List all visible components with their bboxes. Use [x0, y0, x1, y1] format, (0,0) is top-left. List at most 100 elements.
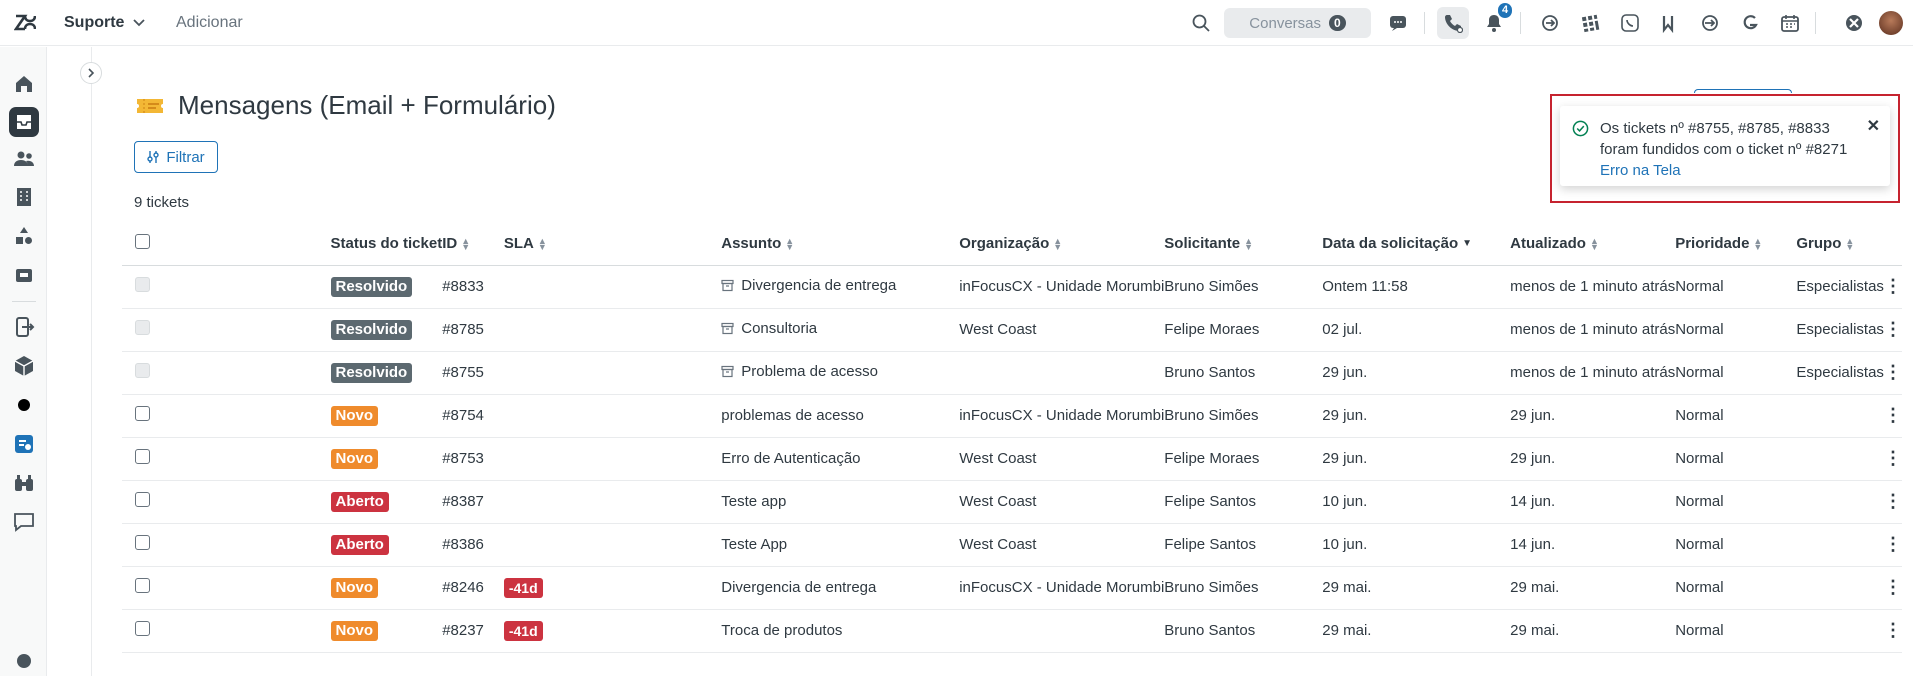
- organization-cell: inFocusCX - Unidade Morumbi: [959, 265, 1165, 309]
- requester-cell: Bruno Simões: [1164, 265, 1323, 309]
- table-row[interactable]: Novo #8753 Erro de Autenticação West Coast F…: [122, 437, 1902, 481]
- zendesk-logo-icon[interactable]: [14, 12, 36, 34]
- toast-message: Os tickets nº #8755, #8785, #8833 foram …: [1600, 120, 1848, 158]
- filter-button[interactable]: Filtrar: [134, 141, 218, 173]
- sort-icon: ▲ ▼: [1845, 236, 1855, 253]
- zendesk-products-icon[interactable]: [1844, 13, 1864, 33]
- col-priority[interactable]: Prioridade ▲ ▼: [1675, 223, 1797, 266]
- calendar-icon[interactable]: [1780, 13, 1800, 33]
- cube-icon[interactable]: [12, 354, 36, 378]
- whatsapp-icon[interactable]: [1620, 13, 1640, 33]
- table-row[interactable]: Novo #8754 problemas de acesso inFocusCX - …: [122, 394, 1902, 438]
- views-icon[interactable]: [9, 107, 39, 137]
- app-arrow-icon[interactable]: [1540, 13, 1560, 33]
- page-title: Mensagens (Email + Formulário): [178, 90, 556, 120]
- table-row[interactable]: Resolvido #8833 Divergencia de entrega inFo…: [122, 265, 1902, 309]
- phone-button[interactable]: [1437, 7, 1469, 39]
- subject-cell[interactable]: Problema de acesso: [721, 351, 960, 395]
- col-subject[interactable]: Assunto ▲ ▼: [721, 223, 960, 266]
- row-checkbox: [135, 363, 150, 378]
- app-forward-icon[interactable]: [1700, 13, 1720, 33]
- app-g-icon[interactable]: [1740, 13, 1760, 33]
- subject-text: problemas de acesso: [721, 407, 864, 424]
- col-requester[interactable]: Solicitante ▲ ▼: [1164, 223, 1323, 266]
- app-grid-icon[interactable]: [1580, 13, 1600, 33]
- subject-cell[interactable]: problemas de acesso: [721, 394, 960, 438]
- subject-cell[interactable]: Divergencia de entrega: [721, 566, 960, 610]
- expand-panel-button[interactable]: [80, 62, 102, 84]
- col-requested[interactable]: Data da solicitação ▼: [1322, 223, 1511, 266]
- settings-icon[interactable]: [12, 649, 36, 673]
- row-checkbox[interactable]: [135, 621, 150, 636]
- subject-cell[interactable]: Erro de Autenticação: [721, 437, 960, 481]
- row-menu-icon[interactable]: ⋮: [1884, 351, 1902, 395]
- table-row[interactable]: Aberto #8386 Teste App West Coast Felipe San…: [122, 523, 1902, 567]
- dot-icon[interactable]: [12, 393, 36, 417]
- col-organization[interactable]: Organização ▲ ▼: [959, 223, 1165, 266]
- row-select-cell: [122, 308, 227, 352]
- comment-icon[interactable]: [12, 510, 36, 534]
- row-checkbox: [135, 277, 150, 292]
- home-icon[interactable]: [12, 72, 36, 96]
- subject-cell[interactable]: Consultoria: [721, 308, 960, 352]
- archive-box-icon: [721, 279, 734, 292]
- partially-hidden-button[interactable]: [1694, 89, 1792, 93]
- row-menu-icon[interactable]: ⋮: [1884, 609, 1902, 653]
- row-select-cell: [122, 265, 227, 309]
- customers-icon[interactable]: [12, 147, 36, 171]
- row-checkbox[interactable]: [135, 406, 150, 421]
- sla-cell: [503, 308, 722, 352]
- shapes-icon[interactable]: [12, 224, 36, 248]
- col-group[interactable]: Grupo ▲ ▼: [1796, 223, 1884, 266]
- status-badge: Resolvido: [330, 319, 413, 340]
- row-menu-icon[interactable]: ⋮: [1884, 308, 1902, 352]
- avatar[interactable]: [1879, 11, 1903, 35]
- subject-cell[interactable]: Teste app: [721, 480, 960, 524]
- conversations-button[interactable]: Conversas 0: [1224, 8, 1371, 38]
- app-blue-icon[interactable]: [12, 432, 36, 456]
- subject-cell[interactable]: Troca de produtos: [721, 609, 960, 653]
- add-button[interactable]: Adicionar: [176, 14, 243, 32]
- toast-ticket-link[interactable]: Erro na Tela: [1600, 162, 1681, 179]
- col-sla[interactable]: SLA ▲ ▼: [503, 223, 722, 266]
- select-all-checkbox[interactable]: [135, 234, 150, 250]
- table-row[interactable]: Novo #8246 -41d Divergencia de entrega inFoc…: [122, 566, 1902, 610]
- requested-cell: 29 mai.: [1322, 566, 1511, 610]
- row-checkbox[interactable]: [135, 449, 150, 464]
- app-w-icon[interactable]: [1660, 13, 1680, 33]
- row-menu-icon[interactable]: ⋮: [1884, 394, 1902, 438]
- requester-cell: Felipe Santos: [1164, 480, 1323, 524]
- ticket-id: #8237: [442, 609, 504, 653]
- col-id[interactable]: ID ▲ ▼: [442, 223, 504, 266]
- requested-cell: 10 jun.: [1322, 480, 1511, 524]
- priority-cell: Normal: [1675, 308, 1797, 352]
- row-checkbox[interactable]: [135, 492, 150, 507]
- binoculars-icon[interactable]: [12, 471, 36, 495]
- table-header-row: Status do ticket ID ▲ ▼ SLA ▲ ▼ Assunto ▲ ▼ Or…: [122, 223, 1902, 266]
- sla-cell: [503, 394, 722, 438]
- product-switcher[interactable]: Suporte: [64, 14, 146, 32]
- search-icon[interactable]: [1191, 13, 1211, 33]
- row-menu-icon[interactable]: ⋮: [1884, 480, 1902, 524]
- subject-cell[interactable]: Divergencia de entrega: [721, 265, 960, 309]
- sla-cell: -41d: [503, 566, 722, 610]
- col-status[interactable]: Status do ticket: [330, 223, 443, 266]
- table-row[interactable]: Resolvido #8755 Problema de acesso Bruno Sa…: [122, 351, 1902, 395]
- row-checkbox[interactable]: [135, 535, 150, 550]
- table-row[interactable]: Resolvido #8785 Consultoria West Coast Felip…: [122, 308, 1902, 352]
- table-row[interactable]: Aberto #8387 Teste app West Coast Felipe San…: [122, 480, 1902, 524]
- organizations-icon[interactable]: [12, 185, 36, 209]
- row-menu-icon[interactable]: ⋮: [1884, 566, 1902, 610]
- export-icon[interactable]: [12, 315, 36, 339]
- subject-cell[interactable]: Teste App: [721, 523, 960, 567]
- chat-icon[interactable]: [1388, 13, 1408, 33]
- row-menu-icon[interactable]: ⋮: [1884, 437, 1902, 481]
- row-menu-icon[interactable]: ⋮: [1884, 265, 1902, 309]
- archive-icon[interactable]: [12, 263, 36, 287]
- table-row[interactable]: Novo #8237 -41d Troca de produtos Bruno Sant…: [122, 609, 1902, 653]
- group-cell: [1796, 437, 1884, 481]
- close-icon[interactable]: ✕: [1867, 116, 1880, 137]
- col-updated[interactable]: Atualizado ▲ ▼: [1510, 223, 1676, 266]
- row-menu-icon[interactable]: ⋮: [1884, 523, 1902, 567]
- row-checkbox[interactable]: [135, 578, 150, 593]
